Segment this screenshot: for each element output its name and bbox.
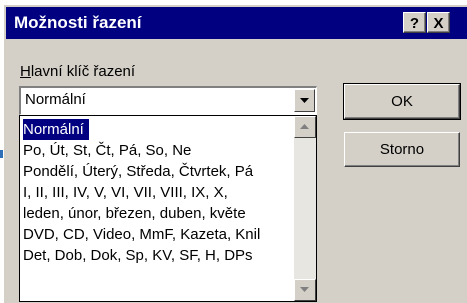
list-item[interactable]: leden, únor, březen, duben, květe bbox=[23, 203, 291, 224]
chevron-down-icon bbox=[300, 98, 309, 103]
vertical-scrollbar[interactable] bbox=[294, 116, 316, 301]
dialog-title: Možnosti řazení bbox=[14, 13, 142, 32]
close-button[interactable]: X bbox=[427, 12, 450, 33]
main-key-label-accelerator: H bbox=[20, 63, 31, 80]
list-item[interactable]: Po, Út, St, Čt, Pá, So, Ne bbox=[23, 140, 291, 161]
list-item[interactable]: Pondělí, Úterý, Středa, Čtvrtek, Pá bbox=[23, 161, 291, 182]
combobox-value: Normální bbox=[25, 91, 86, 108]
combobox-dropdown-button[interactable] bbox=[294, 89, 315, 112]
scroll-up-button[interactable] bbox=[294, 116, 316, 138]
sort-key-dropdown-list[interactable]: Normální Po, Út, St, Čt, Pá, So, Ne Pond… bbox=[19, 115, 317, 302]
main-key-label: Hlavní klíč řazení bbox=[20, 63, 135, 80]
sort-key-combobox[interactable]: Normální bbox=[19, 86, 317, 115]
ok-button[interactable]: OK bbox=[343, 83, 461, 120]
main-key-label-text: lavní klíč řazení bbox=[30, 63, 136, 80]
scroll-down-button[interactable] bbox=[294, 279, 316, 301]
scroll-up-icon bbox=[300, 124, 309, 129]
cancel-button[interactable]: Storno bbox=[344, 132, 460, 167]
scroll-down-icon bbox=[300, 287, 309, 292]
list-item[interactable]: I, II, III, IV, V, VI, VII, VIII, IX, X, bbox=[23, 182, 291, 203]
list-item[interactable]: Det, Dob, Dok, Sp, KV, SF, H, DPs bbox=[23, 245, 291, 266]
list-item[interactable]: DVD, CD, Video, MmF, Kazeta, Knil bbox=[23, 224, 291, 245]
list-item[interactable]: Normální bbox=[23, 119, 89, 140]
help-button[interactable]: ? bbox=[403, 12, 426, 33]
title-bar: Možnosti řazení ? X bbox=[6, 7, 467, 39]
